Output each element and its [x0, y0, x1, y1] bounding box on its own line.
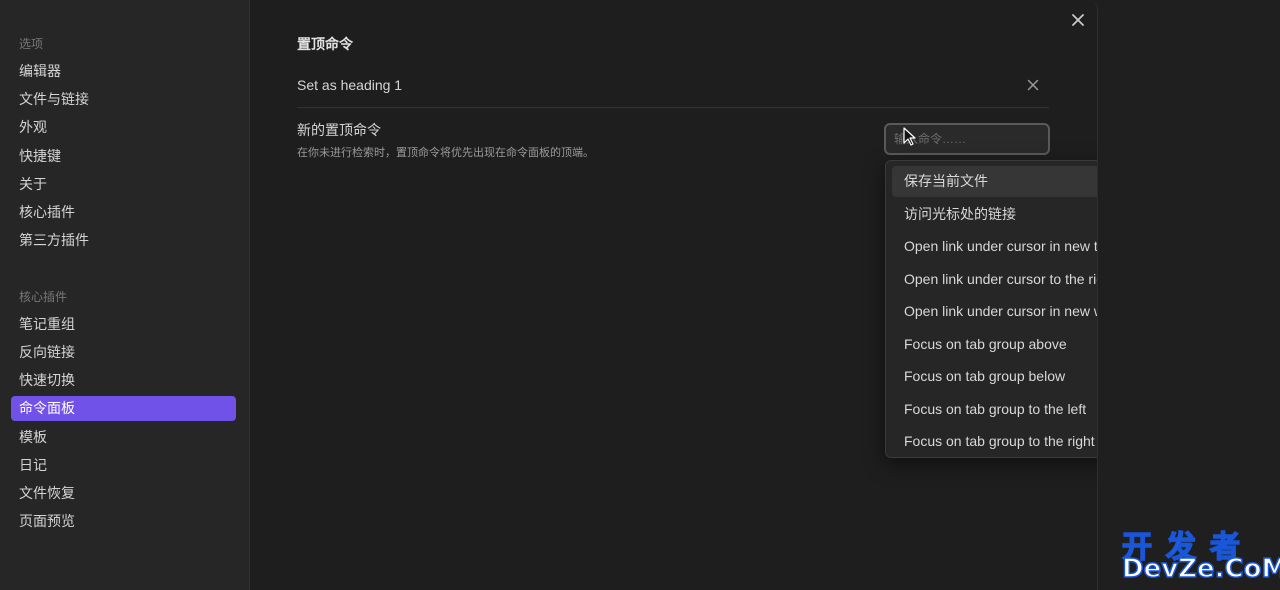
new-pinned-command-label: 新的置顶命令 — [297, 122, 381, 138]
close-icon[interactable] — [1068, 10, 1088, 30]
suggestion-item[interactable]: 保存当前文件 — [892, 166, 1097, 197]
pinned-command-row: Set as heading 1 — [297, 71, 1049, 108]
sidebar-item-file-recovery[interactable]: 文件恢复 — [11, 481, 236, 506]
remove-pinned-command-close-icon[interactable] — [1024, 76, 1042, 94]
sidebar-item-templates[interactable]: 模板 — [11, 425, 236, 450]
suggestion-item[interactable]: Open link under cursor in new tab — [892, 231, 1097, 262]
sidebar-item-about[interactable]: 关于 — [11, 172, 236, 197]
mouse-pointer-icon — [903, 127, 916, 146]
sidebar-item-page-preview[interactable]: 页面预览 — [11, 509, 236, 534]
suggestion-item[interactable]: Open link under cursor to the right — [892, 264, 1097, 295]
suggestion-item[interactable]: Focus on tab group below — [892, 361, 1097, 392]
settings-modal: 选项 编辑器 文件与链接 外观 快捷键 关于 核心插件 第三方插件 核心插件 笔… — [0, 0, 1098, 590]
sidebar-item-note-composer[interactable]: 笔记重组 — [11, 312, 236, 337]
suggestion-item[interactable]: 访问光标处的链接 — [892, 199, 1097, 230]
settings-sidebar: 选项 编辑器 文件与链接 外观 快捷键 关于 核心插件 第三方插件 核心插件 笔… — [0, 0, 250, 590]
sidebar-item-backlinks[interactable]: 反向链接 — [11, 340, 236, 365]
suggestion-item[interactable]: Focus on tab group to the right — [892, 426, 1097, 457]
sidebar-item-daily-notes[interactable]: 日记 — [11, 453, 236, 478]
suggestion-item[interactable]: Open link under cursor in new window — [892, 296, 1097, 327]
sidebar-item-files-links[interactable]: 文件与链接 — [11, 87, 236, 112]
sidebar-item-appearance[interactable]: 外观 — [11, 115, 236, 140]
sidebar-section-title-options: 选项 — [19, 37, 44, 51]
watermark-logo: 开发者 DevZe.CoM — [1118, 522, 1280, 586]
sidebar-item-editor[interactable]: 编辑器 — [11, 59, 236, 84]
sidebar-item-hotkeys[interactable]: 快捷键 — [11, 144, 236, 169]
sidebar-item-community-plugins[interactable]: 第三方插件 — [11, 228, 236, 253]
sidebar-item-quick-switcher[interactable]: 快速切换 — [11, 368, 236, 393]
watermark-bottom-text: DevZe.CoM — [1121, 553, 1280, 585]
sidebar-item-command-palette[interactable]: 命令面板 — [11, 396, 236, 421]
pinned-command-label: Set as heading 1 — [297, 77, 403, 93]
sidebar-section-title-core-plugins: 核心插件 — [19, 290, 68, 304]
sidebar-item-core-plugins[interactable]: 核心插件 — [11, 200, 236, 225]
new-pinned-command-description: 在你未进行检索时，置顶命令将优先出现在命令面板的顶端。 — [297, 147, 594, 159]
command-suggestion-dropdown: 保存当前文件 访问光标处的链接 Open link under cursor i… — [885, 160, 1097, 458]
pinned-commands-heading: 置顶命令 — [297, 36, 353, 52]
suggestion-item[interactable]: Focus on tab group above — [892, 329, 1097, 360]
suggestion-item[interactable]: Focus on tab group to the left — [892, 394, 1097, 425]
